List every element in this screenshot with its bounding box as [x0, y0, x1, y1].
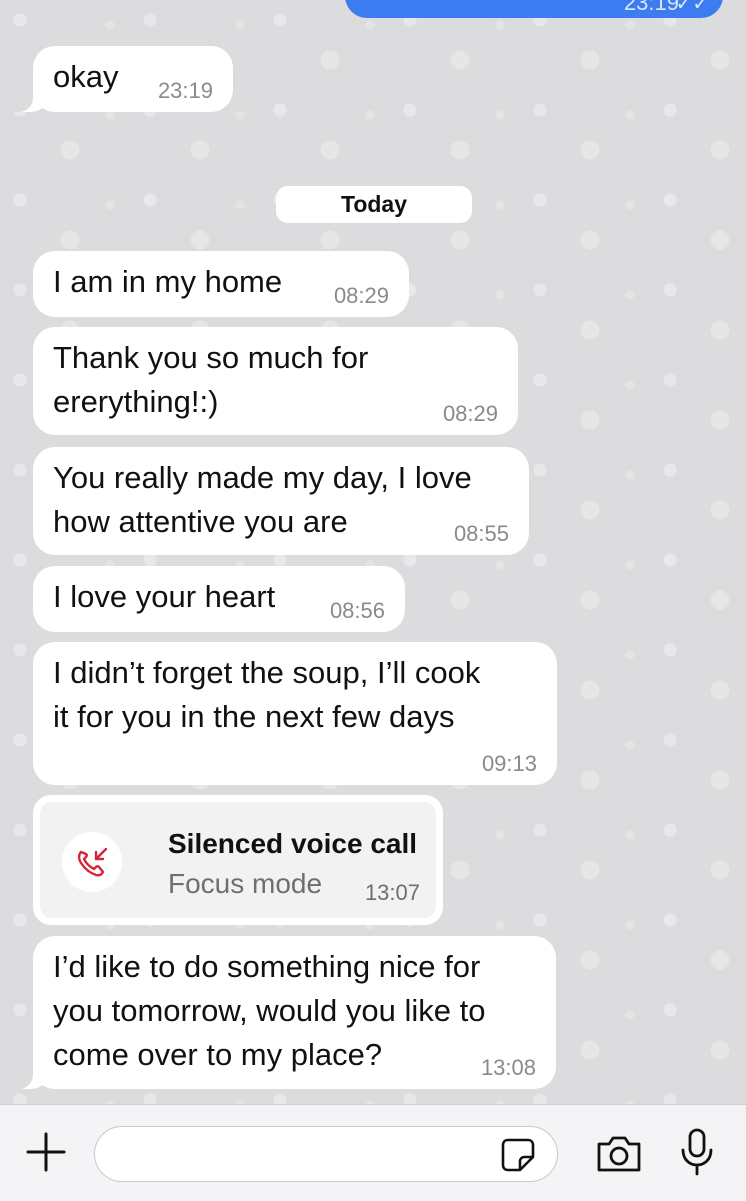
call-time: 13:07	[364, 880, 420, 905]
missed-call-icon	[62, 832, 122, 892]
message-text: I love your heart	[53, 579, 276, 614]
message-text-line: come over to my place?	[53, 1037, 383, 1072]
message-bubble[interactable]: Thank you so much for ererything!:) 08:2…	[33, 327, 518, 435]
message-time: 13:08	[480, 1055, 536, 1080]
message-text: I am in my home	[53, 264, 283, 299]
message-text-line: you tomorrow, would you like to	[53, 993, 486, 1028]
message-input[interactable]	[94, 1126, 558, 1182]
outgoing-message-bubble[interactable]: 23:19 ✓✓	[345, 0, 723, 18]
message-time: 08:55	[453, 521, 509, 546]
call-event-body: Silenced voice call Focus mode 13:07	[40, 802, 436, 918]
call-event-card[interactable]: Silenced voice call Focus mode 13:07	[33, 795, 443, 925]
message-text-line: Thank you so much for	[53, 340, 369, 375]
message-text: okay	[53, 59, 119, 94]
message-text-line: You really made my day, I love	[53, 460, 472, 495]
message-bubble[interactable]: I’d like to do something nice for you to…	[11, 936, 556, 1089]
message-bubble[interactable]: I didn’t forget the soup, I’ll cook it f…	[33, 642, 557, 785]
message-bubble[interactable]: okay 23:19	[11, 46, 233, 112]
message-time: 08:56	[329, 598, 385, 623]
message-bubble[interactable]: I am in my home 08:29	[33, 251, 409, 317]
plus-icon[interactable]	[24, 1130, 68, 1174]
message-bubble[interactable]: I love your heart 08:56	[33, 566, 405, 632]
camera-icon[interactable]	[595, 1134, 643, 1174]
message-time: 08:29	[442, 401, 498, 426]
call-title: Silenced voice call	[168, 828, 418, 859]
chat-area[interactable]: 23:19 ✓✓ okay 23:19 Today I am in my hom…	[0, 0, 746, 1104]
message-text-line: it for you in the next few days	[53, 699, 455, 734]
message-time: 23:19	[157, 78, 213, 103]
message-text-line: how attentive you are	[53, 504, 348, 539]
read-receipt-icon: ✓✓	[675, 0, 709, 15]
message-time: 23:19	[623, 0, 679, 15]
message-time: 09:13	[481, 751, 537, 776]
microphone-icon[interactable]	[680, 1128, 714, 1176]
message-text-line: I didn’t forget the soup, I’ll cook	[53, 655, 481, 690]
sticker-icon[interactable]	[500, 1137, 536, 1173]
date-separator: Today	[276, 186, 472, 223]
message-time: 08:29	[333, 283, 389, 308]
message-text-line: ererything!:)	[53, 384, 219, 419]
call-subtitle: Focus mode	[168, 868, 323, 899]
message-bubble[interactable]: You really made my day, I love how atten…	[33, 447, 529, 555]
message-text-line: I’d like to do something nice for	[53, 949, 481, 984]
